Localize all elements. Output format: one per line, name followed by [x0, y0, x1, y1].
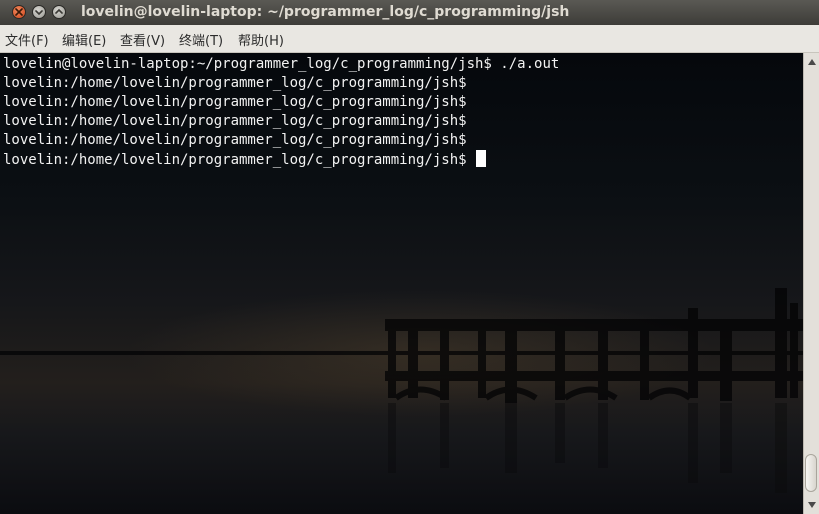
close-icon [15, 8, 23, 16]
minimize-button[interactable] [32, 5, 46, 19]
text-cursor [476, 150, 487, 167]
terminal-line: lovelin:/home/lovelin/programmer_log/c_p… [3, 94, 467, 110]
vertical-scrollbar[interactable] [803, 53, 819, 514]
terminal-line: lovelin:/home/lovelin/programmer_log/c_p… [3, 132, 467, 148]
menu-help[interactable]: 帮助(H) [238, 30, 284, 49]
menu-terminal[interactable]: 终端(T) [179, 30, 223, 49]
close-button[interactable] [12, 5, 26, 19]
menu-edit[interactable]: 编辑(E) [62, 30, 106, 49]
terminal-output: lovelin@lovelin-laptop:~/programmer_log/… [3, 55, 559, 169]
terminal-line: lovelin:/home/lovelin/programmer_log/c_p… [3, 75, 467, 91]
terminal-line: lovelin:/home/lovelin/programmer_log/c_p… [3, 113, 467, 129]
scroll-down-button[interactable] [804, 498, 819, 512]
prompt-text: lovelin:/home/lovelin/programmer_log/c_p… [3, 152, 476, 168]
menu-file[interactable]: 文件(F) [5, 30, 49, 49]
scrollbar-thumb[interactable] [805, 454, 817, 492]
maximize-icon [55, 8, 63, 14]
menu-view[interactable]: 查看(V) [120, 30, 165, 49]
title-bar[interactable]: lovelin@lovelin-laptop: ~/programmer_log… [0, 0, 819, 25]
terminal-area[interactable]: lovelin@lovelin-laptop:~/programmer_log/… [0, 53, 803, 514]
terminal-line: lovelin@lovelin-laptop:~/programmer_log/… [3, 56, 560, 72]
menu-bar: 文件(F) 编辑(E) 查看(V) 终端(T) 帮助(H) [0, 25, 819, 53]
arrow-up-icon [807, 59, 816, 65]
minimize-icon [35, 10, 43, 16]
scroll-up-button[interactable] [804, 55, 819, 69]
window-title: lovelin@lovelin-laptop: ~/programmer_log… [81, 4, 570, 20]
terminal-window: lovelin@lovelin-laptop: ~/programmer_log… [0, 0, 819, 514]
terminal-prompt-line[interactable]: lovelin:/home/lovelin/programmer_log/c_p… [3, 150, 559, 169]
maximize-button[interactable] [52, 5, 66, 19]
arrow-down-icon [807, 502, 816, 508]
